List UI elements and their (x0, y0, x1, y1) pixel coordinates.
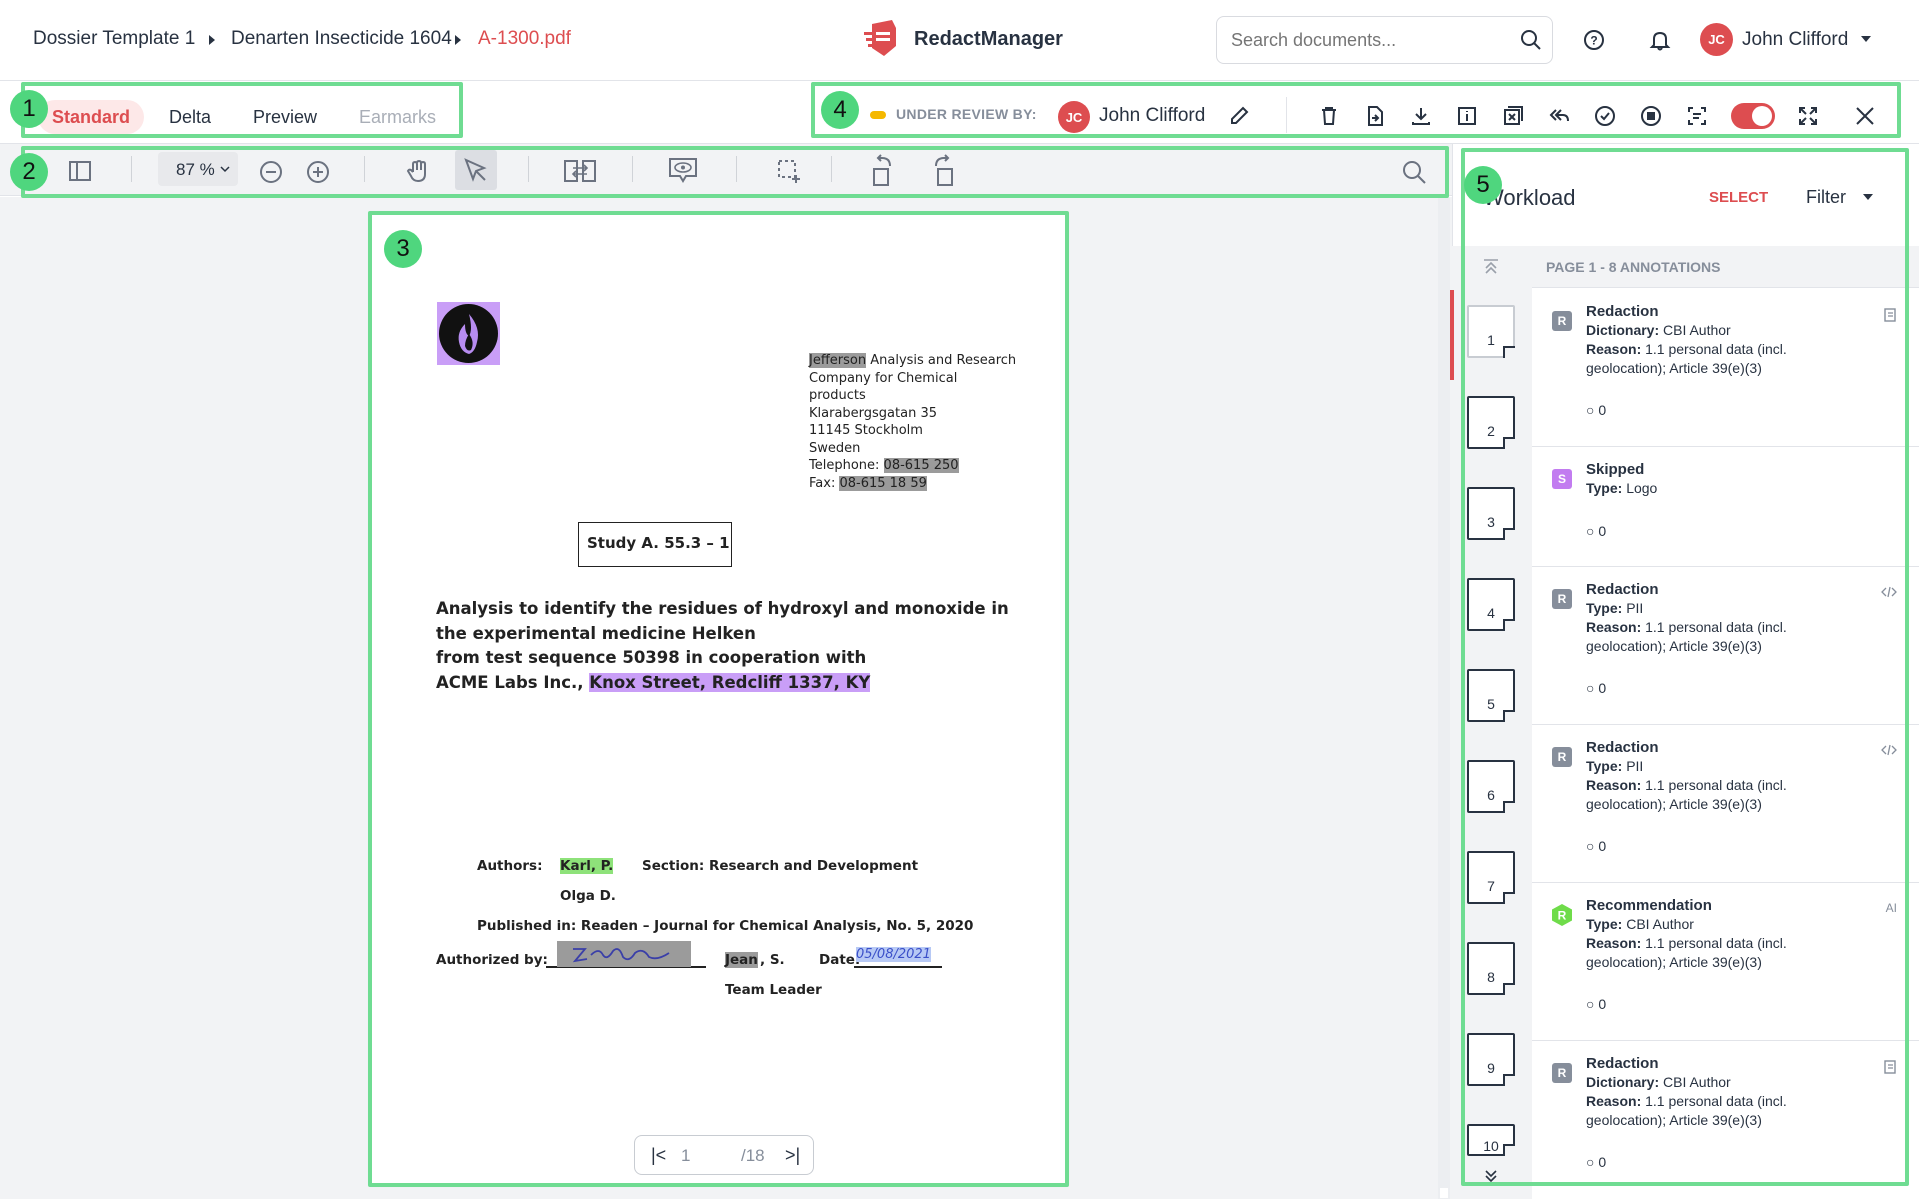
top-bar: Dossier Template 1 Denarten Insecticide … (0, 0, 1919, 81)
region-highlight-viewer-toolbar (21, 146, 1449, 198)
user-name[interactable]: John Clifford (1742, 29, 1848, 51)
region-highlight-review-actions (811, 82, 1901, 138)
region-badge: 2 (10, 153, 48, 191)
scroll-thumb[interactable] (1440, 1188, 1448, 1198)
breadcrumb-file[interactable]: A-1300.pdf (478, 28, 571, 50)
viewer-scrollbar[interactable] (1438, 198, 1450, 1199)
region-highlight-view-tabs (21, 82, 463, 138)
svg-text:?: ? (1590, 34, 1597, 48)
search-icon[interactable] (1520, 29, 1542, 51)
region-highlight-workload-panel (1461, 148, 1909, 1186)
region-badge: 3 (384, 230, 422, 268)
brand-logo-icon (864, 20, 896, 56)
search-box[interactable] (1216, 16, 1553, 64)
region-badge: 5 (1464, 166, 1502, 204)
breadcrumb-dossier-template[interactable]: Dossier Template 1 (33, 28, 195, 50)
help-icon[interactable]: ? (1583, 29, 1605, 51)
breadcrumb-separator-icon (209, 35, 215, 45)
region-badge: 1 (10, 90, 48, 128)
breadcrumb-separator-icon (455, 35, 461, 45)
region-badge: 4 (821, 91, 859, 129)
scroll-position-indicator (1450, 290, 1454, 380)
brand-name: RedactManager (914, 28, 1063, 50)
user-avatar[interactable]: JC (1700, 23, 1733, 56)
breadcrumb-dossier[interactable]: Denarten Insecticide 1604 (231, 28, 452, 50)
region-highlight-document (368, 211, 1069, 1187)
user-menu-chevron-down-icon[interactable] (1861, 36, 1871, 42)
search-input[interactable] (1231, 30, 1511, 51)
notifications-bell-icon[interactable] (1649, 29, 1671, 51)
